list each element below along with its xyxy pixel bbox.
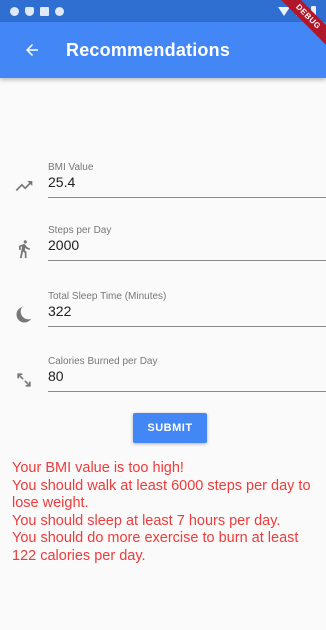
- result-line-calories: You should do more exercise to burn at l…: [12, 530, 299, 564]
- steps-field[interactable]: Steps per Day: [0, 225, 326, 275]
- bmi-field[interactable]: BMI Value: [0, 162, 326, 212]
- screen: Recommendations DEBUG BMI Value Steps pe…: [0, 0, 326, 630]
- status-icons-left: [10, 6, 64, 16]
- sleep-input[interactable]: [48, 303, 318, 319]
- result-line-sleep: You should sleep at least 7 hours per da…: [12, 512, 281, 529]
- circle-status-icon: [55, 6, 64, 16]
- bmi-input[interactable]: [48, 174, 318, 190]
- expand-diagonal-icon: [17, 373, 31, 387]
- calories-underline: [48, 391, 326, 392]
- walk-icon: [19, 240, 30, 259]
- shield-status-icon: [25, 6, 34, 16]
- steps-label: Steps per Day: [48, 225, 112, 236]
- trending-up-icon: [15, 181, 33, 191]
- result-line-steps: You should walk at least 6000 steps per …: [12, 477, 311, 512]
- calories-field[interactable]: Calories Burned per Day: [0, 356, 326, 406]
- sim-card-status-icon: [40, 6, 49, 16]
- arrow-back-icon: [26, 44, 38, 56]
- steps-underline: [48, 260, 326, 261]
- sleep-field[interactable]: Total Sleep Time (Minutes): [0, 291, 326, 341]
- moon-icon: [16, 306, 31, 323]
- submit-button[interactable]: SUBMIT: [133, 413, 207, 443]
- app-bar: Recommendations: [0, 22, 326, 78]
- recommendation-text: Your BMI value is too high! You should w…: [12, 460, 318, 565]
- calories-input[interactable]: [48, 368, 318, 384]
- result-line-bmi: Your BMI value is too high!: [12, 460, 184, 476]
- settings-status-icon: [10, 6, 19, 16]
- back-button[interactable]: [10, 22, 54, 78]
- sleep-label: Total Sleep Time (Minutes): [48, 291, 167, 302]
- sleep-underline: [48, 326, 326, 327]
- status-bar: [0, 0, 326, 22]
- calories-label: Calories Burned per Day: [48, 356, 158, 367]
- bmi-label: BMI Value: [48, 162, 94, 173]
- steps-input[interactable]: [48, 237, 318, 253]
- bmi-underline: [48, 197, 326, 198]
- page-title: Recommendations: [66, 39, 231, 60]
